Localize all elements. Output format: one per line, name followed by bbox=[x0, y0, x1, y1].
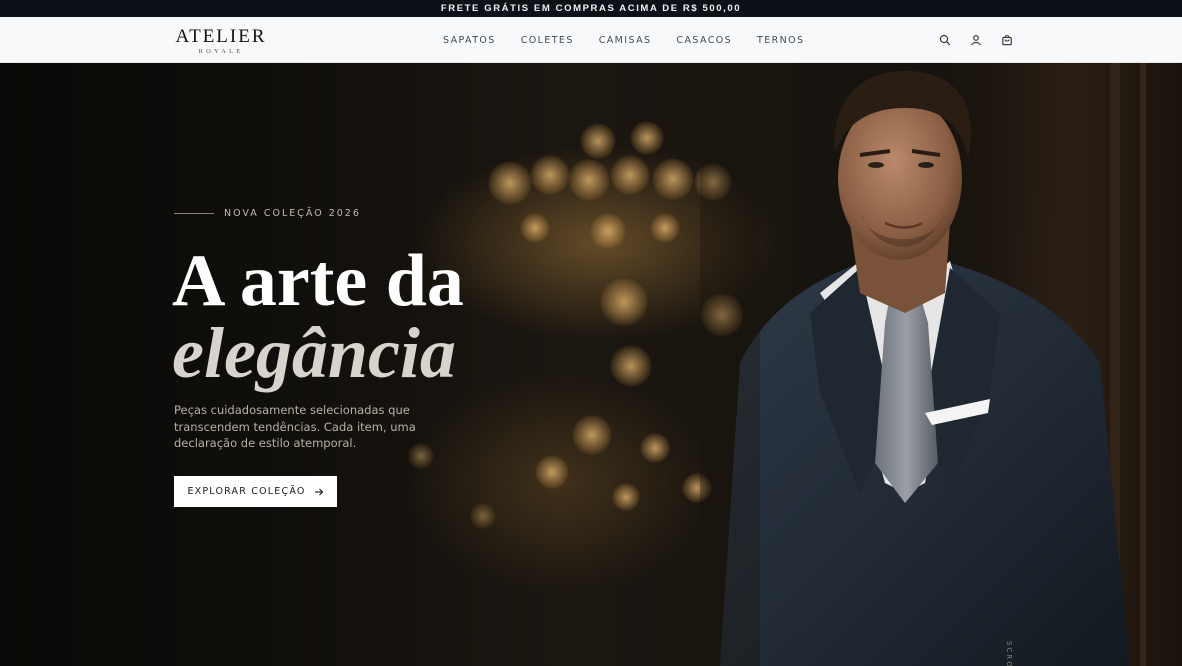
eyebrow-text: NOVA COLEÇÃO 2026 bbox=[224, 208, 361, 219]
nav-item-sapatos[interactable]: SAPATOS bbox=[443, 35, 496, 46]
nav-item-camisas[interactable]: CAMISAS bbox=[599, 35, 652, 46]
brand-logo[interactable]: ATELIER ROYALE bbox=[174, 26, 268, 56]
announcement-bar: FRETE GRÁTIS EM COMPRAS ACIMA DE R$ 500,… bbox=[0, 0, 1182, 17]
hero-model-image bbox=[700, 63, 1182, 666]
cart-icon[interactable] bbox=[996, 29, 1018, 51]
hero-eyebrow: NOVA COLEÇÃO 2026 bbox=[174, 208, 361, 219]
logo-main: ATELIER bbox=[175, 26, 267, 47]
user-icon[interactable] bbox=[965, 29, 987, 51]
nav-item-coletes[interactable]: COLETES bbox=[521, 35, 574, 46]
explore-collection-button[interactable]: EXPLORAR COLEÇÃO bbox=[174, 476, 337, 507]
hero-headline: A arte da bbox=[172, 240, 464, 322]
cta-label: EXPLORAR COLEÇÃO bbox=[187, 486, 306, 497]
scroll-hint: SCRO bbox=[1005, 641, 1013, 666]
nav-item-casacos[interactable]: CASACOS bbox=[676, 35, 732, 46]
hero-tagline: Peças cuidadosamente selecionadas que tr… bbox=[174, 403, 416, 450]
announcement-text: FRETE GRÁTIS EM COMPRAS ACIMA DE R$ 500,… bbox=[440, 3, 742, 14]
logo-sub: ROYALE bbox=[198, 48, 244, 55]
site-header: ATELIER ROYALE SAPATOS COLETES CAMISAS C… bbox=[0, 17, 1182, 63]
arrow-right-icon bbox=[314, 488, 323, 495]
search-icon[interactable] bbox=[934, 29, 956, 51]
eyebrow-divider bbox=[174, 213, 214, 214]
hero-headline-italic: elegância bbox=[172, 313, 456, 393]
main-nav: SAPATOS COLETES CAMISAS CASACOS TERNOS bbox=[430, 17, 829, 63]
nav-item-ternos[interactable]: TERNOS bbox=[757, 35, 804, 46]
header-actions bbox=[934, 17, 1027, 63]
hero-banner: NOVA COLEÇÃO 2026 A arte da elegância Pe… bbox=[0, 63, 1182, 666]
